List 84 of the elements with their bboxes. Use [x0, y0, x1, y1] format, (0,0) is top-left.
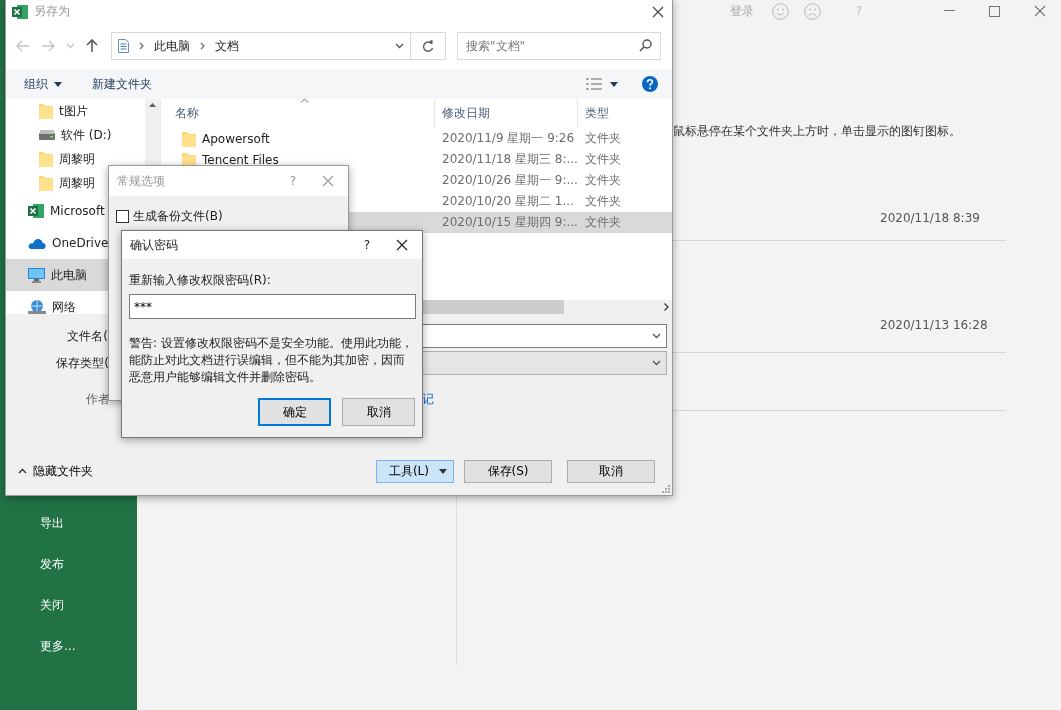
chevron-icon [395, 43, 404, 49]
type-cell-text: 文件夹 [584, 193, 622, 210]
type-cell-text: 文件夹 [584, 151, 622, 168]
folder-icon [39, 151, 53, 167]
minimize-icon[interactable] [944, 10, 955, 12]
recent-date: 2020/11/18 8:39 [880, 211, 980, 225]
hide-folders-button[interactable]: 隐藏文件夹 [18, 462, 376, 480]
file-name-field[interactable] [421, 324, 667, 348]
network-icon [28, 299, 46, 314]
save-button[interactable]: 保存(S) [464, 459, 552, 483]
spreadsheet-icon [28, 203, 44, 219]
folder-icon [39, 175, 53, 191]
field-label: 保存类型( [55, 354, 109, 372]
file-name: Tencent Files [202, 152, 279, 167]
field-label: 文件名( [66, 327, 109, 345]
type-cell-text: 文件夹 [584, 214, 622, 231]
recent-date: 2020/11/13 16:28 [880, 318, 988, 332]
scroll-right-icon[interactable] [664, 303, 669, 311]
type-cell-text: 文件夹 [584, 130, 622, 147]
sort-caret-icon [300, 98, 309, 103]
spreadsheet-icon [12, 3, 28, 20]
chevron-icon [652, 360, 661, 366]
caret-icon [439, 468, 447, 474]
chevron-right-icon [139, 42, 144, 50]
sidebar-item[interactable]: 关闭 [0, 585, 137, 626]
date-cell-text: 2020/11/18 星期三 8:... [441, 151, 578, 168]
file-name: Apowersoft [202, 131, 270, 146]
file-row[interactable]: Apowersoft 2020/11/9 星期一 9:26 文件夹 [161, 128, 672, 149]
caret-icon [610, 81, 618, 87]
refresh-button[interactable] [411, 32, 446, 60]
address-bar[interactable]: 此电脑 文档 [111, 32, 411, 60]
maximize-icon[interactable] [989, 5, 1000, 17]
folder-icon [39, 103, 53, 119]
checkbox[interactable] [116, 210, 129, 223]
date-cell-text: 2020/10/20 星期二 1... [441, 193, 575, 210]
close-icon[interactable] [396, 239, 408, 251]
date-cell-text: 2020/11/9 星期一 9:26 [441, 130, 576, 147]
sidebar-item[interactable]: 发布 [0, 544, 137, 585]
tags-link[interactable]: 记 [422, 390, 434, 408]
column-header[interactable]: 名称 [161, 99, 435, 128]
ok-button[interactable]: 确定 [258, 398, 331, 426]
warning-text: 警告: 设置修改权限密码不是安全功能。使用此功能，能防止对此文档进行误编辑，但不能为其加密，因而恶意用户能够编辑文件并删除密码。 [129, 335, 414, 386]
help-icon[interactable] [642, 76, 658, 92]
refresh-icon [422, 39, 434, 53]
chevron-right-icon [200, 42, 205, 50]
cloud-icon [28, 237, 46, 249]
resize-grip-icon[interactable] [662, 485, 670, 493]
dialog-title: 确认密码 [130, 236, 179, 254]
nav-item[interactable]: 软件 (D:) [6, 123, 145, 147]
search-field[interactable]: 搜索"文档" [457, 32, 661, 60]
date-cell-text: 2020/10/15 星期四 9:... [441, 214, 578, 231]
sidebar-item[interactable]: 更多... [0, 626, 137, 667]
help-button[interactable]: ? [352, 238, 382, 252]
up-arrow-icon[interactable] [86, 39, 98, 53]
tools-menu-button[interactable]: 工具(L) [376, 459, 454, 483]
window-title: 另存为 [34, 3, 71, 20]
scroll-up-icon [149, 103, 156, 107]
folder-icon [182, 130, 196, 147]
breadcrumb-item[interactable]: 此电脑 [154, 37, 190, 55]
column-header[interactable]: 修改日期 [435, 99, 578, 128]
pin-hint: 鼠标悬停在某个文件夹上方时，单击显示的图钉图标。 [673, 123, 962, 140]
chevron-icon [652, 333, 661, 339]
drive-icon [39, 130, 55, 140]
chevron-up-icon [18, 468, 27, 474]
date-cell-text: 2020/10/26 星期一 9:... [441, 172, 578, 189]
breadcrumb-item[interactable]: 文档 [215, 37, 239, 55]
organize-menu[interactable]: 组织 [24, 75, 62, 93]
cancel-button[interactable]: 取消 [567, 459, 655, 483]
type-cell-text: 文件夹 [584, 172, 622, 189]
field-label: 作者 [86, 390, 110, 408]
cancel-button[interactable]: 取消 [342, 398, 415, 426]
computer-icon [28, 267, 45, 283]
caret-icon [54, 81, 62, 87]
nav-item[interactable]: 周黎明 [6, 147, 145, 171]
sidebar-item[interactable]: 导出 [0, 503, 137, 544]
dialog-title: 常规选项 [117, 172, 166, 190]
close-icon[interactable] [652, 5, 664, 18]
view-options-icon[interactable] [586, 77, 602, 91]
nav-item[interactable]: t图片 [6, 99, 145, 123]
document-icon [118, 39, 129, 53]
column-header[interactable]: 类型 [578, 99, 672, 128]
password-field[interactable]: *** [129, 294, 416, 319]
new-folder-button[interactable]: 新建文件夹 [92, 75, 586, 93]
search-icon [639, 39, 652, 52]
